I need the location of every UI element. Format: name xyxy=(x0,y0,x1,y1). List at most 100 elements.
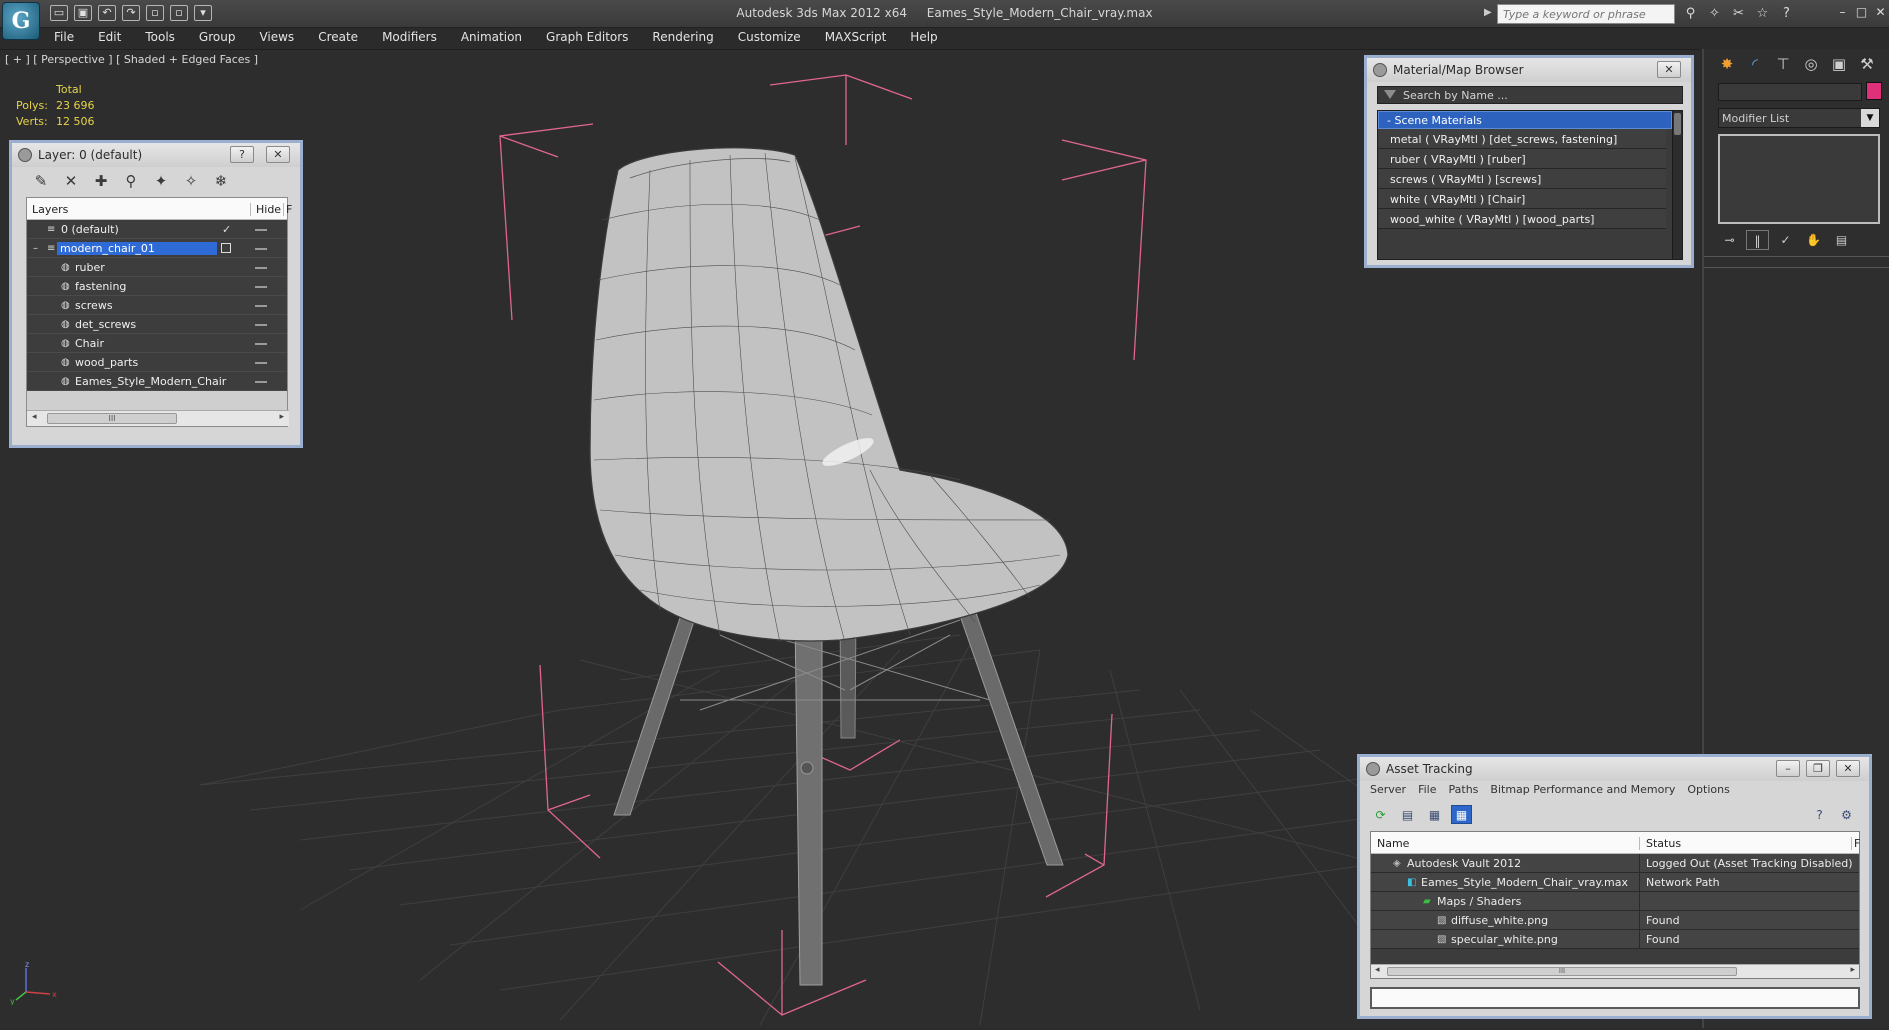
settings-icon[interactable]: ⚙ xyxy=(1836,805,1857,824)
redo-icon[interactable]: ↷ xyxy=(122,5,140,21)
freeze-all-layers-icon[interactable]: ❄ xyxy=(210,171,232,191)
hide-toggle[interactable] xyxy=(255,267,267,269)
menu-edit[interactable]: Edit xyxy=(86,28,133,48)
open-file-icon[interactable]: ▭ xyxy=(50,5,68,21)
layer-row[interactable]: ◍ wood_parts xyxy=(27,353,287,372)
menu-create[interactable]: Create xyxy=(306,28,370,48)
layer-row[interactable]: – ≡ modern_chair_01 xyxy=(27,239,287,258)
layer-close-button[interactable]: ✕ xyxy=(266,146,290,163)
expand-icon[interactable]: – xyxy=(33,243,44,254)
menu-modifiers[interactable]: Modifiers xyxy=(370,28,449,48)
pin-stack-icon[interactable]: ⊸ xyxy=(1718,230,1741,250)
communication-icon[interactable]: ✂ xyxy=(1730,5,1747,22)
hide-toggle[interactable] xyxy=(255,343,267,345)
table-view-icon[interactable]: ▦ xyxy=(1451,805,1472,824)
menu-views[interactable]: Views xyxy=(247,28,306,48)
scroll-right-icon[interactable]: ▸ xyxy=(1850,965,1855,975)
make-unique-icon[interactable]: ✓ xyxy=(1774,230,1797,250)
freeze-column-header[interactable]: F xyxy=(283,203,292,216)
menu-customize[interactable]: Customize xyxy=(726,28,813,48)
search-expand-icon[interactable]: ▶ xyxy=(1484,7,1492,18)
layer-row[interactable]: ≡ 0 (default) ✓ xyxy=(27,220,287,239)
object-name-field[interactable] xyxy=(1718,83,1862,101)
hide-column-header[interactable]: Hide xyxy=(250,203,281,216)
menu-tools[interactable]: Tools xyxy=(133,28,187,48)
asset-menu-bitmap-performance[interactable]: Bitmap Performance and Memory xyxy=(1490,783,1675,796)
help-icon[interactable]: ? xyxy=(1809,805,1830,824)
menu-file[interactable]: File xyxy=(42,28,86,48)
menu-group[interactable]: Group xyxy=(187,28,248,48)
layer-row[interactable]: ◍ fastening xyxy=(27,277,287,296)
subscription-icon[interactable]: ✧ xyxy=(1706,5,1723,22)
active-layer-check-icon[interactable]: ✓ xyxy=(222,223,231,236)
layer-row[interactable]: ◍ det_screws xyxy=(27,315,287,334)
motion-tab-icon[interactable]: ◎ xyxy=(1800,53,1822,75)
hide-toggle[interactable] xyxy=(255,248,267,250)
close-icon[interactable]: ✕ xyxy=(1873,4,1888,20)
material-item[interactable]: ruber ( VRayMtl ) [ruber] xyxy=(1378,149,1666,169)
asset-menu-file[interactable]: File xyxy=(1418,783,1436,796)
hide-toggle[interactable] xyxy=(255,381,267,383)
list-view-icon[interactable]: ▤ xyxy=(1397,805,1418,824)
scroll-thumb[interactable] xyxy=(1674,113,1681,135)
delete-layer-icon[interactable]: ✕ xyxy=(60,171,82,191)
table-row[interactable]: ◧ Eames_Style_Modern_Chair_vray.max Netw… xyxy=(1371,873,1859,892)
material-search-input[interactable]: Search by Name ... xyxy=(1377,86,1683,104)
add-to-layer-icon[interactable]: ✚ xyxy=(90,171,112,191)
help-icon[interactable]: ? xyxy=(1778,5,1795,22)
modifier-list-dropdown[interactable]: Modifier List ▼ xyxy=(1718,108,1880,128)
material-item[interactable]: screws ( VRayMtl ) [screws] xyxy=(1378,169,1666,189)
display-tab-icon[interactable]: ▣ xyxy=(1828,53,1850,75)
menu-animation[interactable]: Animation xyxy=(449,28,534,48)
hold-icon[interactable]: ▫ xyxy=(146,5,164,21)
select-objects-icon[interactable]: ⚲ xyxy=(120,171,142,191)
minimize-icon[interactable]: – xyxy=(1835,4,1850,20)
thumbnail-view-icon[interactable]: ▦ xyxy=(1424,805,1445,824)
material-browser-titlebar[interactable]: Material/Map Browser ✕ xyxy=(1367,58,1691,82)
asset-menu-paths[interactable]: Paths xyxy=(1449,783,1479,796)
material-item[interactable]: wood_white ( VRayMtl ) [wood_parts] xyxy=(1378,209,1666,229)
asset-horizontal-scrollbar[interactable]: ◂ III ▸ xyxy=(1371,964,1859,978)
hide-toggle[interactable] xyxy=(255,362,267,364)
hide-toggle[interactable] xyxy=(255,286,267,288)
scroll-left-icon[interactable]: ◂ xyxy=(1375,965,1380,975)
modify-tab-icon[interactable]: ◜ xyxy=(1744,53,1766,75)
table-row[interactable]: ▧ specular_white.png Found xyxy=(1371,930,1859,949)
viewport-label[interactable]: [ + ] [ Perspective ] [ Shaded + Edged F… xyxy=(5,53,258,66)
scroll-left-icon[interactable]: ◂ xyxy=(32,412,37,422)
hide-all-layers-icon[interactable]: ✧ xyxy=(180,171,202,191)
create-layer-icon[interactable]: ✎ xyxy=(30,171,52,191)
menu-maxscript[interactable]: MAXScript xyxy=(813,28,899,48)
restore-button[interactable]: ❐ xyxy=(1806,760,1830,777)
hide-toggle[interactable] xyxy=(255,229,267,231)
material-item[interactable]: white ( VRayMtl ) [Chair] xyxy=(1378,189,1666,209)
minimize-button[interactable]: – xyxy=(1776,760,1800,777)
asset-menu-server[interactable]: Server xyxy=(1370,783,1406,796)
layer-row[interactable]: ◍ ruber xyxy=(27,258,287,277)
table-row[interactable]: ▧ diffuse_white.png Found xyxy=(1371,911,1859,930)
material-vertical-scrollbar[interactable] xyxy=(1672,111,1682,259)
layers-column-header[interactable]: Layers xyxy=(32,203,68,216)
layer-row[interactable]: ◍ screws xyxy=(27,296,287,315)
configure-modifier-sets-icon[interactable]: ▤ xyxy=(1830,230,1853,250)
scene-materials-group[interactable]: - Scene Materials xyxy=(1378,111,1672,129)
scroll-thumb[interactable]: III xyxy=(47,413,177,424)
highlight-layer-icon[interactable]: ✦ xyxy=(150,171,172,191)
save-file-icon[interactable]: ▣ xyxy=(74,5,92,21)
menu-graph-editors[interactable]: Graph Editors xyxy=(534,28,640,48)
layer-help-button[interactable]: ? xyxy=(230,146,254,163)
fetch-icon[interactable]: ▫ xyxy=(170,5,188,21)
filter-dropdown-icon[interactable] xyxy=(1384,90,1396,99)
maximize-icon[interactable]: □ xyxy=(1854,4,1869,20)
project-folder-icon[interactable]: ▾ xyxy=(194,5,212,21)
hide-toggle[interactable] xyxy=(255,324,267,326)
binoculars-icon[interactable]: ⚲ xyxy=(1682,5,1699,22)
status-column-header[interactable]: Status xyxy=(1639,837,1681,850)
name-column-header[interactable]: Name xyxy=(1377,837,1409,850)
asset-tracking-titlebar[interactable]: Asset Tracking – ❐ ✕ xyxy=(1360,757,1869,781)
utilities-tab-icon[interactable]: ⚒ xyxy=(1856,53,1878,75)
layer-horizontal-scrollbar[interactable]: ◂ III ▸ xyxy=(27,410,289,426)
active-layer-checkbox[interactable] xyxy=(221,243,231,253)
layer-row[interactable]: ◍ Eames_Style_Modern_Chair xyxy=(27,372,287,391)
layer-panel-titlebar[interactable]: Layer: 0 (default) ? ✕ xyxy=(12,143,300,167)
